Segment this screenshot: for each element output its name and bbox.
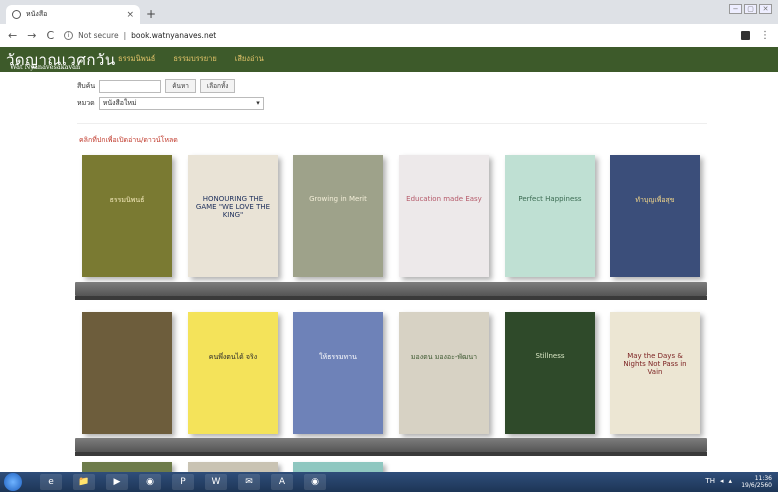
clock[interactable]: 11:36 19/6/2560 bbox=[741, 475, 772, 489]
site-menu: ธรรมนิพนธ์ ธรรมบรรยาย เสียงอ่าน bbox=[118, 53, 264, 65]
divider bbox=[77, 123, 707, 124]
tab-favicon-icon bbox=[12, 10, 21, 19]
taskbar-line-icon[interactable]: ✉ bbox=[238, 474, 260, 490]
book-title: ให้ธรรมทาน bbox=[319, 353, 357, 361]
book-title: ทำบุญเพื่อสุข bbox=[635, 196, 675, 204]
category-row: หมวด หนังสือใหม่ ▾ bbox=[77, 97, 264, 110]
taskbar-explorer-icon[interactable]: 📁 bbox=[73, 474, 95, 490]
book-cover-partial[interactable] bbox=[293, 462, 383, 472]
category-label: หมวด bbox=[77, 99, 95, 107]
maximize-button[interactable]: ▢ bbox=[744, 4, 757, 14]
taskbar-chrome-icon[interactable]: ◉ bbox=[139, 474, 161, 490]
book-cover[interactable]: Perfect Happiness bbox=[505, 155, 595, 277]
taskbar-powerpoint-icon[interactable]: P bbox=[172, 474, 194, 490]
menu-item-audio[interactable]: เสียงอ่าน bbox=[235, 53, 264, 65]
book-cover[interactable]: May the Days & Nights Not Pass in Vain bbox=[610, 312, 700, 434]
instruction-text: คลิกที่ปกเพื่อเปิดอ่าน/ดาวน์โหลด bbox=[79, 136, 178, 144]
book-cover[interactable]: คนพึ่งตนได้ จริง bbox=[188, 312, 278, 434]
reload-icon[interactable]: C bbox=[46, 29, 54, 42]
volume-icon[interactable]: ◂ bbox=[720, 477, 724, 485]
taskbar-acrobat-icon[interactable]: A bbox=[271, 474, 293, 490]
menu-item-dhamma-works[interactable]: ธรรมนิพนธ์ bbox=[118, 53, 155, 65]
book-cover[interactable]: ธรรมนิพนธ์ bbox=[82, 155, 172, 277]
windows-taskbar: e 📁 ▶ ◉ P W ✉ A ◉ TH ◂ ▴ 11:36 19/6/2560 bbox=[0, 472, 778, 492]
book-title: ธรรมนิพนธ์ bbox=[109, 196, 145, 204]
tab-close-button[interactable]: × bbox=[126, 10, 134, 20]
taskbar-media-player-icon[interactable]: ▶ bbox=[106, 474, 128, 490]
search-button[interactable]: ค้นหา bbox=[165, 79, 196, 93]
extension-icon[interactable] bbox=[741, 31, 750, 40]
book-cover-partial[interactable] bbox=[82, 462, 172, 472]
info-icon[interactable]: i bbox=[64, 31, 74, 40]
book-cover[interactable]: มองตน มองอะ-พัฒนา bbox=[399, 312, 489, 434]
tab-bar: หนังสือ × + − ▢ ✕ bbox=[0, 0, 778, 24]
taskbar-word-icon[interactable]: W bbox=[205, 474, 227, 490]
security-label: Not secure bbox=[78, 31, 119, 40]
book-cover[interactable]: Stillness bbox=[505, 312, 595, 434]
book-title: Growing in Merit bbox=[309, 195, 367, 203]
close-window-button[interactable]: ✕ bbox=[759, 4, 772, 14]
address-bar[interactable]: i Not secure | book.watnyanaves.net bbox=[64, 31, 731, 40]
book-title: May the Days & Nights Not Pass in Vain bbox=[623, 352, 687, 376]
forward-icon[interactable]: → bbox=[27, 29, 36, 42]
reset-button[interactable]: เลือกทั้ง bbox=[199, 79, 236, 93]
url-text[interactable]: book.watnyanaves.net bbox=[131, 31, 216, 40]
book-cover[interactable]: Education made Easy bbox=[399, 155, 489, 277]
book-title: HONOURING THE GAME "WE LOVE THE KING" bbox=[195, 195, 271, 219]
book-cover[interactable]: Growing in Merit bbox=[293, 155, 383, 277]
book-cover[interactable]: HONOURING THE GAME "WE LOVE THE KING" bbox=[188, 155, 278, 277]
menu-dots-icon[interactable]: ⋮ bbox=[760, 30, 770, 41]
bookshelf-1 bbox=[75, 282, 707, 296]
search-input[interactable] bbox=[99, 79, 162, 93]
book-cover-partial[interactable] bbox=[188, 462, 278, 472]
network-icon[interactable]: ▴ bbox=[728, 477, 732, 485]
browser-tab[interactable]: หนังสือ × bbox=[6, 5, 140, 24]
book-title: Stillness bbox=[535, 352, 565, 360]
book-title: Perfect Happiness bbox=[518, 195, 582, 203]
menu-item-dhamma-talks[interactable]: ธรรมบรรยาย bbox=[173, 53, 216, 65]
book-cover[interactable]: ทำบุญเพื่อสุข bbox=[610, 155, 700, 277]
category-value: หนังสือใหม่ bbox=[102, 99, 137, 107]
search-row: สืบค้น ค้นหา เลือกทั้ง bbox=[77, 79, 236, 93]
bookshelf-2-edge bbox=[75, 452, 707, 456]
book-title: Education made Easy bbox=[406, 195, 482, 203]
site-header bbox=[0, 47, 778, 72]
search-label: สืบค้น bbox=[77, 81, 96, 90]
window-controls: − ▢ ✕ bbox=[729, 4, 772, 14]
browser-toolbar: ← → C i Not secure | book.watnyanaves.ne… bbox=[0, 24, 778, 47]
language-indicator[interactable]: TH bbox=[705, 477, 715, 485]
tab-title: หนังสือ bbox=[26, 10, 48, 18]
taskbar-chrome-icon[interactable]: ◉ bbox=[304, 474, 326, 490]
start-button[interactable] bbox=[4, 473, 22, 491]
system-tray: TH ◂ ▴ bbox=[705, 477, 732, 485]
book-cover[interactable]: ให้ธรรมทาน bbox=[293, 312, 383, 434]
book-title: มองตน มองอะ-พัฒนา bbox=[410, 353, 478, 361]
taskbar-ie-icon[interactable]: e bbox=[40, 474, 62, 490]
category-select[interactable]: หนังสือใหม่ ▾ bbox=[98, 97, 264, 110]
new-tab-button[interactable]: + bbox=[146, 7, 156, 21]
chevron-down-icon: ▾ bbox=[256, 99, 260, 107]
minimize-button[interactable]: − bbox=[729, 4, 742, 14]
back-icon[interactable]: ← bbox=[8, 29, 17, 42]
bookshelf-2 bbox=[75, 438, 707, 452]
bookshelf-1-edge bbox=[75, 296, 707, 300]
book-title: คนพึ่งตนได้ จริง bbox=[208, 353, 258, 361]
book-cover[interactable] bbox=[82, 312, 172, 434]
site-logo-english: Wat Nyanavesakavan bbox=[10, 63, 81, 71]
